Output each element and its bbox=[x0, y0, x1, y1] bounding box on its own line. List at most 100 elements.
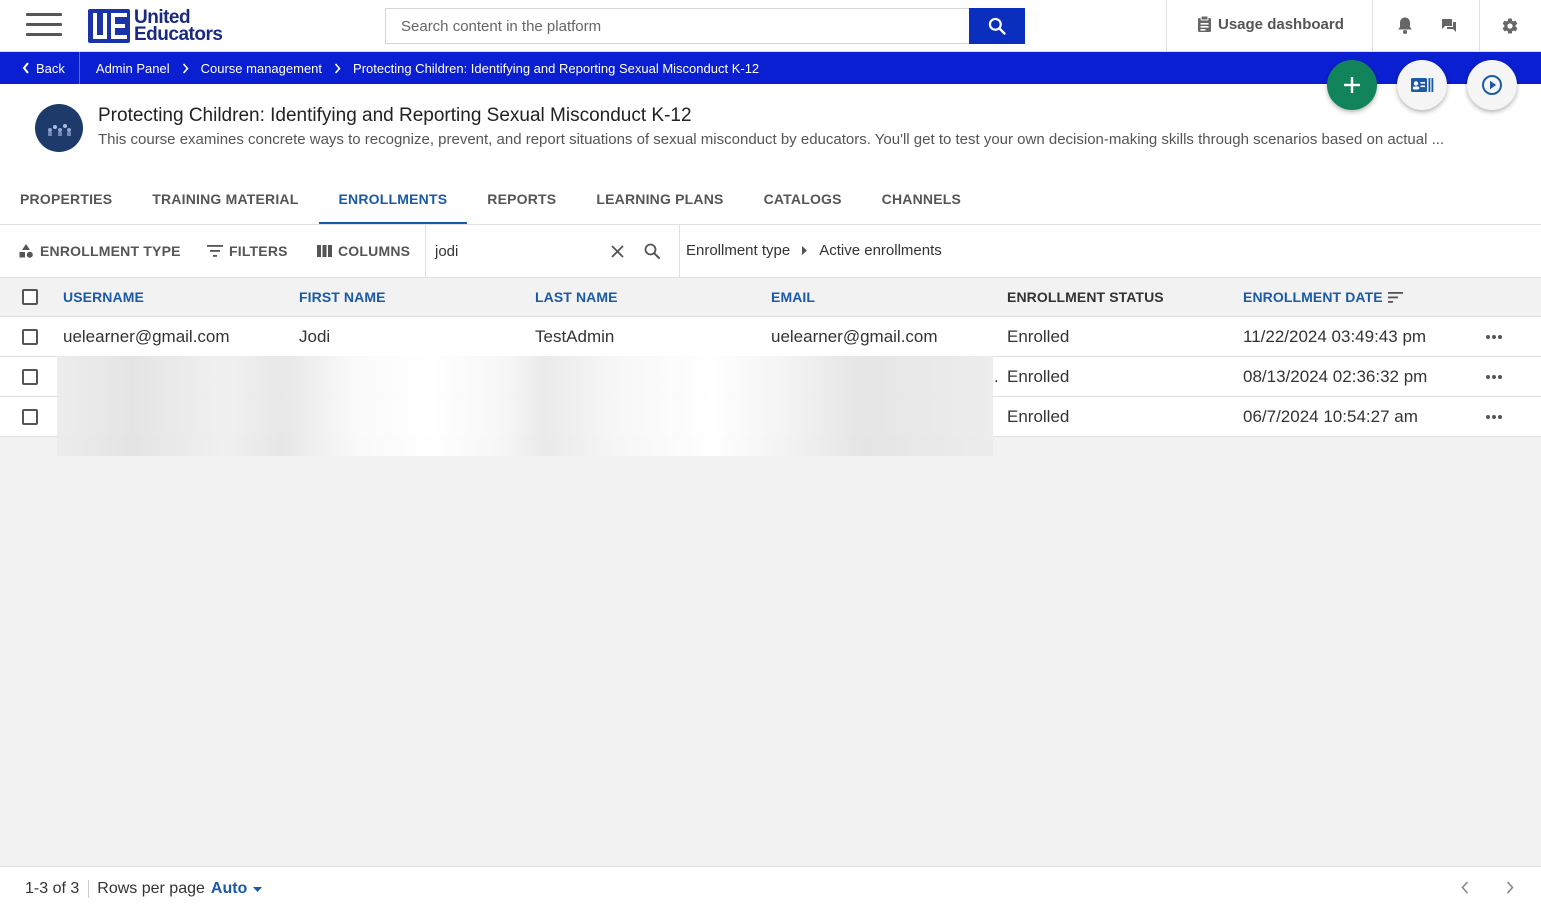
row-checkbox[interactable] bbox=[22, 329, 38, 345]
row-more-icon[interactable] bbox=[1486, 375, 1504, 379]
column-first-name[interactable]: FIRST NAME bbox=[299, 289, 386, 305]
cell-date: 08/13/2024 02:36:32 pm bbox=[1243, 367, 1428, 386]
breadcrumb-current-course: Protecting Children: Identifying and Rep… bbox=[353, 60, 760, 76]
rows-per-page-label: Rows per page bbox=[97, 880, 205, 897]
filter-crumb-active-enrollments: Active enrollments bbox=[819, 242, 942, 259]
tab-enrollments[interactable]: ENROLLMENTS bbox=[318, 182, 468, 225]
shapes-icon bbox=[19, 244, 33, 258]
tab-reports[interactable]: REPORTS bbox=[467, 182, 576, 225]
play-circle-icon bbox=[1482, 75, 1502, 95]
cell-date: 11/22/2024 03:49:43 pm bbox=[1243, 327, 1427, 346]
logo-mark bbox=[88, 9, 130, 43]
caret-down-icon bbox=[253, 886, 263, 892]
clipboard-icon bbox=[1198, 15, 1211, 32]
course-title: Protecting Children: Identifying and Rep… bbox=[98, 105, 692, 126]
filter-icon bbox=[207, 245, 223, 257]
header-divider bbox=[1372, 0, 1373, 52]
enrollments-toolbar: ENROLLMENT TYPE FILTERS COLUMNS jodi Enr… bbox=[0, 225, 1541, 278]
tab-catalogs[interactable]: CATALOGS bbox=[744, 182, 862, 225]
course-card-button[interactable] bbox=[1397, 60, 1447, 110]
breadcrumb: Admin Panel Course management Protecting… bbox=[80, 61, 759, 76]
search-icon bbox=[988, 17, 1006, 35]
back-button[interactable]: Back bbox=[0, 52, 80, 84]
column-last-name[interactable]: LAST NAME bbox=[535, 289, 618, 305]
pagination-footer: 1-3 of 3 Rows per page Auto bbox=[0, 866, 1541, 911]
gear-icon[interactable] bbox=[1501, 17, 1519, 35]
column-enrollment-status: ENROLLMENT STATUS bbox=[1007, 289, 1164, 305]
global-search-button[interactable] bbox=[969, 8, 1025, 44]
row-more-icon[interactable] bbox=[1486, 335, 1504, 339]
next-page-icon[interactable] bbox=[1506, 881, 1514, 894]
cell-status: Enrolled bbox=[1007, 367, 1070, 386]
row-checkbox[interactable] bbox=[22, 409, 38, 425]
cell-username: uelearner@gmail.com bbox=[63, 327, 230, 346]
id-card-icon bbox=[1411, 78, 1434, 92]
table-search: jodi bbox=[425, 225, 680, 277]
global-search-input[interactable] bbox=[385, 8, 969, 44]
logo-line-2: Educators bbox=[134, 24, 223, 45]
cell-first-name: Jodi bbox=[299, 327, 331, 346]
table-row[interactable]: uelearner@gmail.com Jodi TestAdmin uelea… bbox=[0, 317, 1541, 357]
row-more-icon[interactable] bbox=[1486, 415, 1504, 419]
united-educators-logo[interactable]: United Educators bbox=[88, 8, 223, 45]
breadcrumb-course-management[interactable]: Course management bbox=[201, 61, 322, 76]
columns-label: COLUMNS bbox=[338, 243, 411, 259]
course-image-icon bbox=[48, 124, 71, 136]
rows-per-page-value: Auto bbox=[210, 880, 248, 897]
global-search bbox=[385, 8, 1025, 44]
chevron-right-icon bbox=[182, 62, 189, 74]
breadcrumb-admin-panel[interactable]: Admin Panel bbox=[96, 61, 170, 76]
row-checkbox[interactable] bbox=[22, 369, 38, 385]
cell-last-name: TestAdmin bbox=[535, 327, 615, 346]
filter-crumb-enrollment-type[interactable]: Enrollment type bbox=[686, 242, 790, 259]
filters-label: FILTERS bbox=[229, 243, 288, 259]
table-header: USERNAME FIRST NAME LAST NAME EMAIL ENRO… bbox=[0, 278, 1541, 317]
sort-icon[interactable] bbox=[1388, 292, 1403, 303]
tab-learning-plans[interactable]: LEARNING PLANS bbox=[576, 182, 743, 225]
tab-channels[interactable]: CHANNELS bbox=[862, 182, 981, 225]
clear-icon[interactable] bbox=[611, 244, 624, 258]
columns-button[interactable]: COLUMNS bbox=[317, 243, 410, 259]
plus-icon bbox=[1344, 77, 1360, 93]
bell-icon[interactable] bbox=[1397, 16, 1413, 35]
filters-button[interactable]: FILTERS bbox=[207, 243, 288, 259]
course-thumbnail bbox=[35, 104, 83, 152]
search-icon[interactable] bbox=[644, 243, 660, 259]
column-username[interactable]: USERNAME bbox=[63, 289, 144, 305]
add-button[interactable] bbox=[1327, 60, 1377, 110]
cell-status: Enrolled bbox=[1007, 407, 1070, 426]
course-tabs: PROPERTIES TRAINING MATERIAL ENROLLMENTS… bbox=[0, 182, 981, 225]
chevron-left-icon bbox=[22, 62, 29, 74]
chevron-right-icon bbox=[334, 62, 341, 74]
redacted-area bbox=[57, 356, 993, 456]
cell-email: uelearner@gmail.com bbox=[771, 327, 938, 346]
cell-date: 06/7/2024 10:54:27 am bbox=[1243, 407, 1418, 426]
course-header: Protecting Children: Identifying and Rep… bbox=[0, 84, 1541, 225]
tab-properties[interactable]: PROPERTIES bbox=[0, 182, 132, 225]
chat-icon[interactable] bbox=[1441, 18, 1457, 34]
logo-text: United Educators bbox=[134, 8, 223, 45]
tab-training-material[interactable]: TRAINING MATERIAL bbox=[132, 182, 318, 225]
breadcrumb-bar: Back Admin Panel Course management Prote… bbox=[0, 52, 1541, 84]
enrollment-type-label: ENROLLMENT TYPE bbox=[40, 243, 181, 259]
caret-right-icon bbox=[802, 246, 808, 255]
pagination-count: 1-3 of 3 bbox=[0, 880, 90, 898]
play-course-button[interactable] bbox=[1467, 60, 1517, 110]
previous-page-icon[interactable] bbox=[1461, 881, 1469, 894]
enrollment-type-button[interactable]: ENROLLMENT TYPE bbox=[18, 243, 181, 259]
top-header: United Educators Usage dashboard bbox=[0, 0, 1541, 52]
cell-status: Enrolled bbox=[1007, 327, 1070, 346]
header-divider bbox=[1166, 0, 1167, 52]
back-label: Back bbox=[36, 60, 65, 76]
usage-dashboard-label: Usage dashboard bbox=[1218, 15, 1344, 33]
select-all-checkbox[interactable] bbox=[22, 289, 38, 305]
header-divider bbox=[1479, 0, 1480, 52]
table-search-input[interactable]: jodi bbox=[426, 243, 611, 260]
rows-per-page-select[interactable]: Auto bbox=[210, 880, 263, 898]
column-email[interactable]: EMAIL bbox=[771, 289, 815, 305]
course-description: This course examines concrete ways to re… bbox=[98, 131, 1445, 148]
usage-dashboard-link[interactable]: Usage dashboard bbox=[1197, 15, 1344, 33]
menu-icon[interactable] bbox=[26, 13, 62, 39]
column-enrollment-date[interactable]: ENROLLMENT DATE bbox=[1243, 289, 1383, 305]
filter-breadcrumb: Enrollment type Active enrollments bbox=[686, 242, 942, 259]
